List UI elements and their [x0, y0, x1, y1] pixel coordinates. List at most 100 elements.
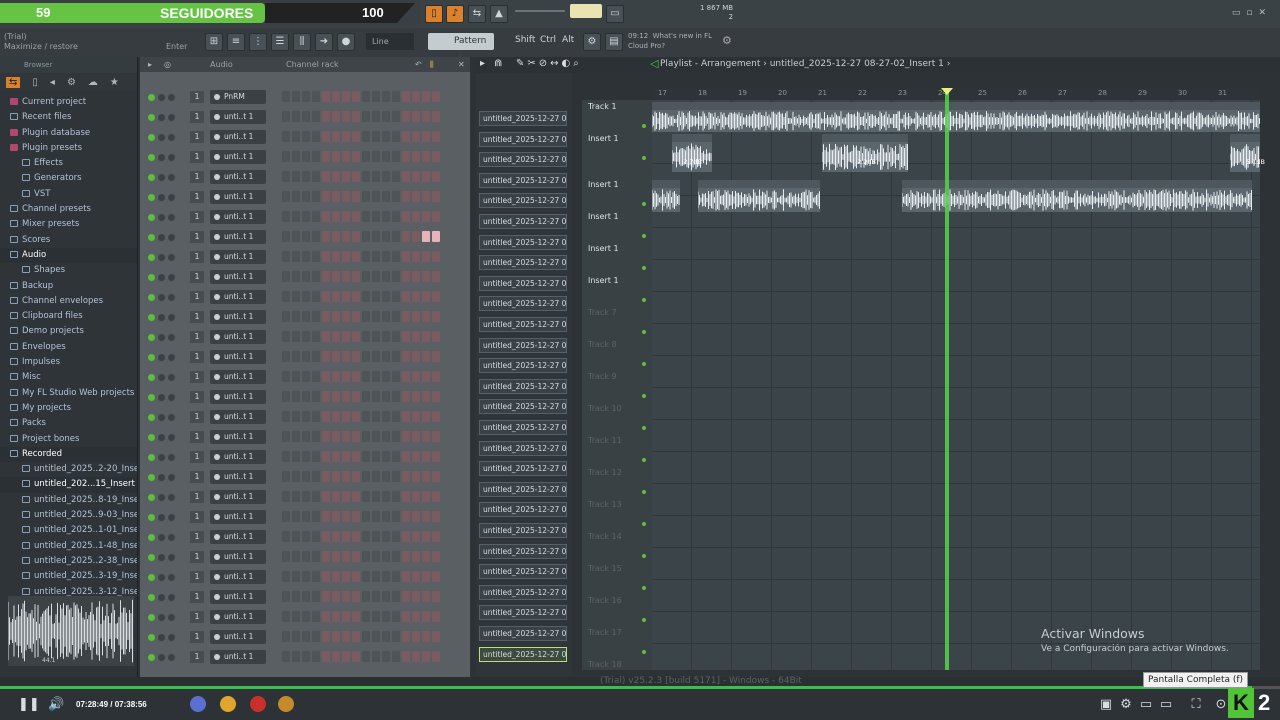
- browser-item[interactable]: Impulses: [0, 355, 137, 370]
- recording-icon[interactable]: ●: [337, 33, 355, 51]
- step-buttons[interactable]: [282, 511, 440, 522]
- channel-row[interactable]: 1 unti..t 1: [140, 649, 470, 665]
- channel-row[interactable]: 1 unti..t 1: [140, 409, 470, 425]
- cpu-button[interactable]: ▭: [606, 5, 624, 23]
- channel-row[interactable]: 1 unti..t 1: [140, 169, 470, 185]
- pattern-item[interactable]: untitled_2025-12-27 08-...: [479, 605, 567, 621]
- tool-icons[interactable]: ✎✂⊘↔◐⌕: [516, 58, 582, 69]
- timeline-ruler[interactable]: 17 18 19 20 21 22 23 24 25 26 27 28 29 30 31: [652, 88, 1260, 100]
- track-header[interactable]: Track 8: [582, 340, 652, 370]
- track-enable-led[interactable]: [642, 266, 646, 270]
- pattern-item[interactable]: untitled_2025-12-27 08-...: [479, 584, 567, 600]
- browser-item[interactable]: Plugin database: [0, 126, 137, 141]
- step-buttons[interactable]: [282, 411, 440, 422]
- track-enable-led[interactable]: [642, 330, 646, 334]
- channel-row[interactable]: 1 unti..t 1: [140, 529, 470, 545]
- track-enable-led[interactable]: [642, 298, 646, 302]
- pattern-item[interactable]: untitled_2025-12-27 08-...: [479, 502, 567, 518]
- channel-mute-icons[interactable]: [148, 354, 182, 362]
- pattern-item[interactable]: untitled_2025-12-27 08-...: [479, 358, 567, 374]
- step-buttons[interactable]: [282, 171, 440, 182]
- channel-volume[interactable]: 1: [190, 491, 204, 503]
- channel-name-button[interactable]: unti..t 1: [210, 610, 266, 624]
- channel-volume[interactable]: 1: [190, 291, 204, 303]
- pattern-item[interactable]: untitled_2025-12-27 08-...: [479, 214, 567, 229]
- channel-mute-icons[interactable]: [148, 254, 182, 262]
- channel-name-button[interactable]: unti..t 1: [210, 550, 266, 564]
- step-buttons[interactable]: [282, 551, 440, 562]
- track-enable-led[interactable]: [642, 650, 646, 654]
- playhead[interactable]: [945, 88, 949, 670]
- step-buttons[interactable]: [282, 451, 440, 462]
- pattern-item[interactable]: untitled_2025-12-27 08-...: [479, 111, 567, 126]
- browser-item[interactable]: Misc: [0, 370, 137, 385]
- browser-item[interactable]: Scores: [0, 233, 137, 248]
- step-buttons[interactable]: [282, 111, 440, 122]
- channel-name-button[interactable]: unti..t 1: [210, 310, 266, 324]
- pattern-item[interactable]: untitled_2025-12-27 08-...: [479, 172, 567, 188]
- browser-item[interactable]: My projects: [0, 401, 137, 416]
- step-buttons[interactable]: [282, 471, 440, 482]
- channel-mute-icons[interactable]: [148, 194, 182, 202]
- browser-item[interactable]: untitled_202...15_Insert 1: [0, 477, 137, 493]
- browser-item[interactable]: untitled_2025..2-20_Insert 1: [0, 462, 137, 477]
- track-enable-led[interactable]: [642, 490, 646, 494]
- pattern-item[interactable]: untitled_2025-12-27 08-...: [479, 131, 567, 147]
- pattern-item[interactable]: untitled_2025-12-27 08-...: [479, 564, 567, 580]
- track-header[interactable]: Track 12: [582, 468, 652, 498]
- step-buttons[interactable]: [282, 371, 440, 382]
- step-buttons[interactable]: [282, 191, 440, 202]
- step-buttons[interactable]: [282, 611, 440, 622]
- channel-name-button[interactable]: unti..t 1: [210, 350, 266, 364]
- channel-row[interactable]: 1 unti..t 1: [140, 289, 470, 305]
- ctrl-key[interactable]: Ctrl: [540, 35, 556, 45]
- channel-mute-icons[interactable]: [148, 494, 182, 502]
- channel-volume[interactable]: 1: [190, 391, 204, 403]
- track-header[interactable]: Track 7: [582, 308, 652, 338]
- channel-name-button[interactable]: unti..t 1: [210, 630, 266, 644]
- track-enable-led[interactable]: [642, 586, 646, 590]
- back-icon[interactable]: ◂: [50, 77, 55, 88]
- track-header[interactable]: Insert 1: [582, 276, 652, 306]
- channel-name-button[interactable]: unti..t 1: [210, 210, 266, 224]
- pattern-item[interactable]: untitled_2025-12-27 08-...: [479, 461, 567, 477]
- track-header[interactable]: Track 17: [582, 628, 652, 658]
- step-buttons[interactable]: [282, 431, 440, 442]
- channel-volume[interactable]: 1: [190, 251, 204, 263]
- browser-item[interactable]: untitled_2025..1-01_Insert 1: [0, 523, 137, 538]
- chrome-icon[interactable]: [220, 696, 236, 712]
- browser-item[interactable]: Backup: [0, 279, 137, 294]
- channel-name-button[interactable]: unti..t 1: [210, 170, 266, 184]
- channel-mute-icons[interactable]: [148, 334, 182, 342]
- channel-mute-icons[interactable]: [148, 414, 182, 422]
- channel-row[interactable]: 1 unti..t 1: [140, 389, 470, 405]
- app-icon-3[interactable]: [250, 696, 266, 712]
- channel-volume[interactable]: 1: [190, 651, 204, 663]
- channel-row[interactable]: 1 unti..t 1: [140, 489, 470, 505]
- star-icon[interactable]: ★: [110, 77, 119, 88]
- browser-item[interactable]: Packs: [0, 416, 137, 431]
- pattern-item[interactable]: untitled_2025-12-27 08-...: [479, 193, 567, 209]
- channel-row[interactable]: 1 unti..t 1: [140, 589, 470, 605]
- channel-name-button[interactable]: unti..t 1: [210, 490, 266, 504]
- step-buttons[interactable]: [282, 211, 440, 222]
- pattern-selector[interactable]: Pattern 1: [428, 33, 494, 63]
- channel-row[interactable]: 1 unti..t 1: [140, 369, 470, 385]
- track-header[interactable]: Track 1: [582, 102, 652, 132]
- channel-mute-icons[interactable]: [148, 454, 182, 462]
- playlist-grid[interactable]: Lucky Brown, Nickoog Clk - NIÑA BONITA […: [652, 100, 1265, 670]
- channel-mute-icons[interactable]: [148, 534, 182, 542]
- channel-name-button[interactable]: unti..t 1: [210, 410, 266, 424]
- channel-mute-icons[interactable]: [148, 294, 182, 302]
- channel-volume[interactable]: 1: [190, 471, 204, 483]
- shift-key[interactable]: Shift: [515, 35, 535, 45]
- step-buttons[interactable]: [282, 351, 440, 362]
- channel-volume[interactable]: 1: [190, 531, 204, 543]
- channel-volume[interactable]: 1: [190, 431, 204, 443]
- clip-a[interactable]: untit..rt 1: [672, 134, 712, 172]
- plugin-picker-icon[interactable]: ➜: [315, 33, 333, 51]
- channel-mute-icons[interactable]: [148, 214, 182, 222]
- step-buttons[interactable]: [282, 591, 440, 602]
- channel-name-button[interactable]: unti..t 1: [210, 150, 266, 164]
- channel-volume[interactable]: 1: [190, 111, 204, 123]
